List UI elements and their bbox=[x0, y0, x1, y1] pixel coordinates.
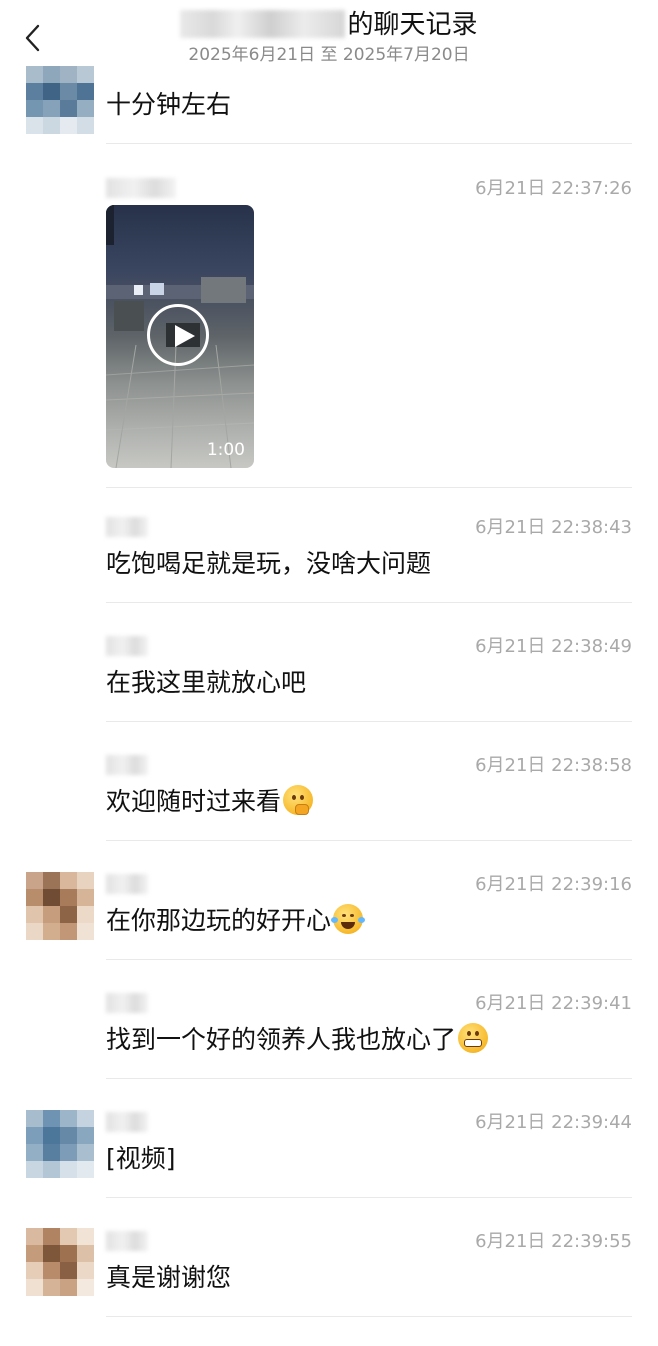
title-block: 的聊天记录 2025年6月21日 至 2025年7月20日 bbox=[0, 8, 658, 66]
divider bbox=[106, 721, 632, 722]
divider bbox=[106, 959, 632, 960]
avatar[interactable] bbox=[26, 66, 94, 134]
message-text[interactable]: 在我这里就放心吧 bbox=[106, 666, 306, 700]
blurred-contact-name bbox=[180, 10, 346, 38]
header-bar: 的聊天记录 2025年6月21日 至 2025年7月20日 bbox=[0, 0, 658, 72]
blurred-sender-name bbox=[106, 178, 176, 198]
message-item: 十分钟左右 bbox=[106, 88, 632, 128]
blurred-sender-name bbox=[106, 755, 148, 775]
message-text-content: 欢迎随时过来看 bbox=[106, 787, 282, 816]
message-text-content: 找到一个好的领养人我也放心了 bbox=[106, 1025, 457, 1054]
message-text-content: 在你那边玩的好开心 bbox=[106, 906, 332, 935]
page-title-text: 的聊天记录 bbox=[347, 10, 478, 40]
message-text[interactable]: 吃饱喝足就是玩，没啥大问题 bbox=[106, 547, 431, 581]
blurred-sender-name bbox=[106, 1112, 148, 1132]
message-text[interactable]: 十分钟左右 bbox=[106, 88, 231, 122]
blurred-sender-name bbox=[106, 993, 148, 1013]
message-text[interactable]: 在你那边玩的好开心 bbox=[106, 904, 366, 938]
divider bbox=[106, 602, 632, 603]
blurred-sender-name bbox=[106, 1231, 148, 1251]
video-thumbnail[interactable]: 1:00 bbox=[106, 205, 254, 468]
message-item: 6月21日 22:39:16 在你那边玩的好开心 bbox=[106, 874, 632, 938]
divider bbox=[106, 1316, 632, 1317]
avatar[interactable] bbox=[26, 1228, 94, 1296]
message-timestamp: 6月21日 22:39:41 bbox=[475, 993, 632, 1014]
play-icon bbox=[175, 325, 195, 347]
tears-of-joy-face-icon bbox=[331, 904, 366, 934]
message-timestamp: 6月21日 22:38:43 bbox=[475, 517, 632, 538]
divider bbox=[106, 840, 632, 841]
blurred-sender-name bbox=[106, 874, 148, 894]
avatar[interactable] bbox=[26, 872, 94, 940]
thinking-face-icon bbox=[283, 785, 314, 815]
blurred-sender-name bbox=[106, 636, 148, 656]
divider bbox=[106, 487, 632, 488]
grinning-face-icon bbox=[458, 1023, 489, 1053]
message-timestamp: 6月21日 22:38:49 bbox=[475, 636, 632, 657]
message-item: 6月21日 22:38:49 在我这里就放心吧 bbox=[106, 636, 632, 700]
message-item: 6月21日 22:38:43 吃饱喝足就是玩，没啥大问题 bbox=[106, 517, 632, 581]
page-title: 的聊天记录 bbox=[0, 8, 658, 42]
message-item: 6月21日 22:38:58 欢迎随时过来看 bbox=[106, 755, 632, 819]
blurred-sender-name bbox=[106, 517, 148, 537]
message-text[interactable]: 真是谢谢您 bbox=[106, 1261, 231, 1295]
message-item: 6月21日 22:39:55 真是谢谢您 bbox=[106, 1231, 632, 1295]
message-text[interactable]: 欢迎随时过来看 bbox=[106, 785, 314, 819]
message-item: 6月21日 22:37:26 bbox=[106, 178, 632, 204]
video-duration: 1:00 bbox=[206, 440, 245, 460]
divider bbox=[106, 1197, 632, 1198]
play-button[interactable] bbox=[147, 304, 209, 366]
divider bbox=[106, 1078, 632, 1079]
message-timestamp: 6月21日 22:38:58 bbox=[475, 755, 632, 776]
message-timestamp: 6月21日 22:39:16 bbox=[475, 874, 632, 895]
message-timestamp: 6月21日 22:37:26 bbox=[475, 178, 632, 199]
date-range: 2025年6月21日 至 2025年7月20日 bbox=[188, 45, 470, 65]
message-text[interactable]: [视频] bbox=[106, 1142, 176, 1176]
message-text[interactable]: 找到一个好的领养人我也放心了 bbox=[106, 1023, 489, 1057]
avatar[interactable] bbox=[26, 1110, 94, 1178]
message-item: 6月21日 22:39:41 找到一个好的领养人我也放心了 bbox=[106, 993, 632, 1057]
divider bbox=[106, 143, 632, 144]
message-timestamp: 6月21日 22:39:44 bbox=[475, 1112, 632, 1133]
message-timestamp: 6月21日 22:39:55 bbox=[475, 1231, 632, 1252]
message-item: 6月21日 22:39:44 [视频] bbox=[106, 1112, 632, 1176]
